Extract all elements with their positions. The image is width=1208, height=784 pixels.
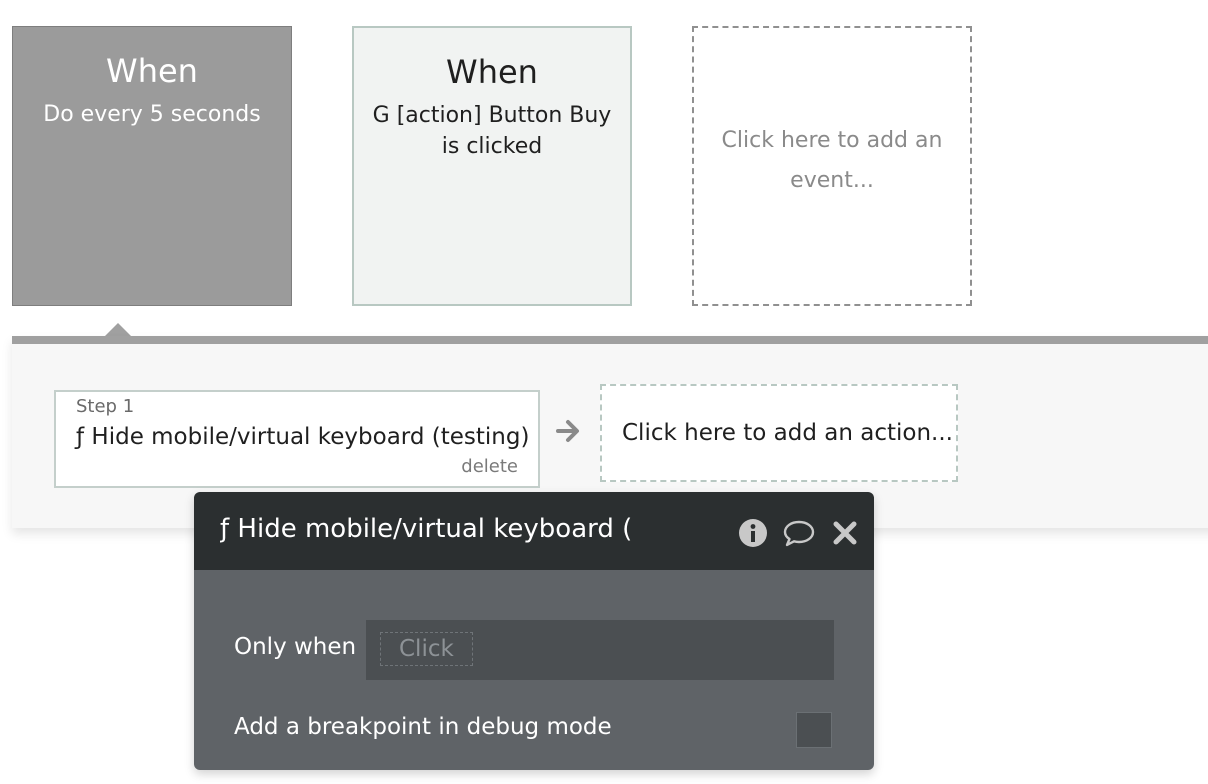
only-when-label: Only when	[234, 634, 357, 660]
event-card-do-every-5-seconds[interactable]: When Do every 5 seconds	[12, 26, 292, 306]
breakpoint-label: Add a breakpoint in debug mode	[234, 714, 612, 740]
property-editor-header[interactable]: ƒ Hide mobile/virtual keyboard (	[194, 492, 874, 570]
comment-icon[interactable]	[782, 516, 816, 550]
step-title: ƒ Hide mobile/virtual keyboard (testing)	[76, 424, 530, 450]
close-icon[interactable]	[828, 516, 862, 550]
property-editor-body: Only when Click Add a breakpoint in debu…	[194, 570, 874, 770]
delete-step-link[interactable]: delete	[461, 456, 518, 477]
info-icon[interactable]	[736, 516, 770, 550]
only-when-condition-input[interactable]: Click	[366, 620, 834, 680]
add-action-button[interactable]: Click here to add an action...	[600, 384, 958, 482]
add-event-label: Click here to add an event...	[721, 128, 943, 193]
condition-placeholder[interactable]: Click	[380, 632, 473, 666]
header-icons	[736, 516, 862, 550]
breakpoint-checkbox[interactable]	[796, 712, 832, 748]
event-description: Do every 5 seconds	[43, 102, 261, 127]
add-event-button[interactable]: Click here to add an event...	[692, 26, 972, 306]
workflow-editor: When Do every 5 seconds When G [action] …	[0, 0, 1208, 784]
step-card-1[interactable]: Step 1 ƒ Hide mobile/virtual keyboard (t…	[54, 390, 540, 488]
property-editor-title: ƒ Hide mobile/virtual keyboard (	[220, 514, 633, 544]
event-description: G [action] Button Buy is clicked	[372, 103, 612, 159]
event-card-button-buy-clicked[interactable]: When G [action] Button Buy is clicked	[352, 26, 632, 306]
arrow-right-icon	[556, 420, 579, 442]
event-heading: When	[106, 52, 198, 90]
event-heading: When	[446, 53, 538, 91]
selected-event-pointer	[104, 323, 132, 337]
step-label: Step 1	[76, 396, 135, 417]
property-editor: ƒ Hide mobile/virtual keyboard ( Only wh…	[194, 492, 874, 770]
